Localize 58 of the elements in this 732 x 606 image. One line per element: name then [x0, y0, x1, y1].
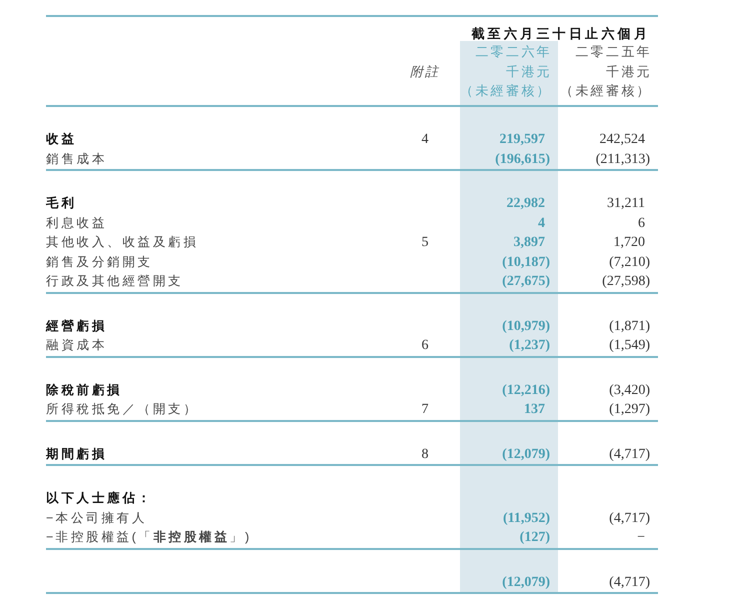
row-label: 其他收入、收益及虧損	[46, 234, 198, 252]
row-label: 收益	[46, 131, 76, 148]
amount-cell-text: (1,871)	[609, 318, 650, 336]
amount-cell-text: (1,297)	[609, 401, 650, 420]
note-number: 6	[422, 337, 428, 356]
period-heading: 截至六月三十日止六個月	[471, 26, 650, 41]
row-label: −非控股權益(「非控股權益」)	[46, 529, 252, 546]
row-label: 經營虧損	[46, 318, 107, 335]
unit-heading: 千港元	[506, 62, 552, 80]
amount-cell-text: −	[637, 529, 646, 548]
amount-cell-text: 219,597	[500, 131, 546, 150]
note-number: 4	[422, 131, 428, 150]
row-label: 所得稅抵免／（開支）	[46, 401, 198, 418]
amount-cell-text: 22,982	[506, 195, 546, 214]
amount-cell-text: (27,598)	[602, 273, 650, 292]
amount-cell-text: (12,079)	[502, 574, 550, 592]
year-heading: 二零二六年	[475, 43, 552, 61]
row-label: 銷售成本	[46, 150, 107, 168]
audit-heading: （未經審核）	[460, 82, 552, 100]
row-label: 融資成本	[46, 337, 107, 354]
amount-cell-text: (10,187)	[502, 254, 550, 272]
audit-heading: （未經審核）	[560, 82, 652, 100]
amount-cell-text: (4,717)	[609, 446, 650, 464]
row-label: 毛利	[46, 195, 76, 212]
amount-cell-text: (4,717)	[609, 510, 650, 528]
amount-cell-text: 31,211	[607, 195, 646, 214]
row-label: 銷售及分銷開支	[46, 254, 153, 271]
amount-cell-text: (3,420)	[609, 382, 650, 400]
amount-cell-text: (27,675)	[502, 273, 550, 292]
note-number: 5	[422, 234, 428, 252]
amount-cell-text: 1,720	[614, 234, 646, 252]
amount-cell-text: (211,313)	[596, 150, 650, 169]
note-number: 7	[422, 401, 428, 420]
unit-heading: 千港元	[606, 62, 652, 80]
amount-cell-text: 137	[524, 401, 546, 420]
amount-cell-text: (127)	[520, 529, 550, 548]
row-label: 利息收益	[46, 214, 107, 232]
row-label: 行政及其他經營開支	[46, 273, 184, 290]
row-label: −本公司擁有人	[46, 510, 148, 527]
amount-cell-text: (12,216)	[502, 382, 550, 400]
amount-cell-text: (1,237)	[509, 337, 550, 356]
amount-cell-text: 242,524	[600, 131, 646, 150]
amount-cell-text: (4,717)	[609, 574, 650, 592]
amount-cell-text: 6	[638, 214, 646, 233]
amount-cell-text: (196,615)	[495, 150, 550, 169]
amount-cell-text: (10,979)	[502, 318, 550, 336]
amount-cell-text: 4	[538, 214, 546, 233]
amount-cell-text: (7,210)	[609, 254, 650, 272]
row-label: 除稅前虧損	[46, 382, 122, 399]
year-heading: 二零二五年	[575, 43, 652, 61]
amount-cell-text: (12,079)	[502, 446, 550, 464]
row-label: 以下人士應佔：	[46, 490, 153, 508]
note-heading: 附註	[410, 63, 440, 81]
amount-cell-text: (11,952)	[502, 510, 550, 528]
amount-cell-text: 3,897	[514, 234, 546, 252]
row-label: 期間虧損	[46, 446, 107, 463]
amount-cell-text: (1,549)	[609, 337, 650, 356]
note-number: 8	[422, 446, 428, 464]
